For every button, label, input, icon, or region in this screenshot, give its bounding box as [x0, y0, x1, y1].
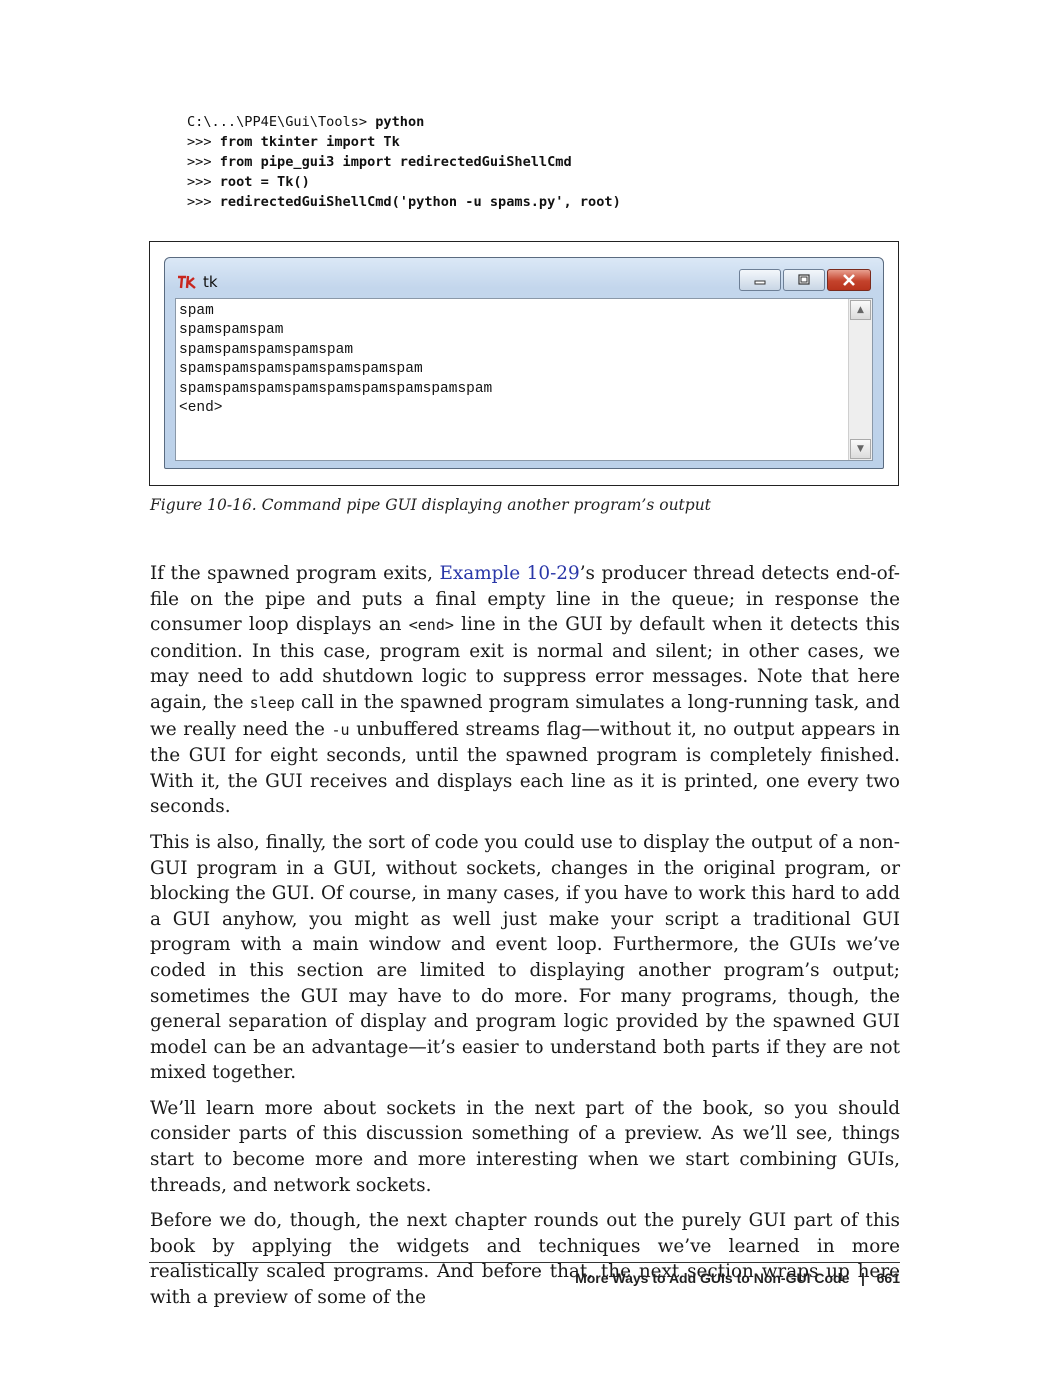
shell-command: python	[375, 114, 425, 130]
output-line: spamspamspam	[179, 322, 284, 339]
repl-prompt: >>>	[187, 154, 220, 170]
code-line: >>> redirectedGuiShellCmd('python -u spa…	[187, 192, 621, 212]
maximize-icon	[798, 274, 810, 285]
shell-prompt: C:\...\PP4E\Gui\Tools>	[187, 114, 376, 130]
output-text-area[interactable]: spam spamspamspam spamspamspamspamspam s…	[175, 298, 873, 461]
page-number: 661	[876, 1270, 900, 1286]
output-line: spamspamspamspamspamspamspamspamspam	[179, 380, 493, 397]
output-lines: spam spamspamspam spamspamspamspamspam s…	[179, 302, 492, 418]
output-line: spam	[179, 303, 214, 319]
paragraph: Before we do, though, the next chapter r…	[150, 1210, 900, 1309]
window-titlebar: tk	[177, 272, 218, 292]
code-line: >>> from tkinter import Tk	[187, 132, 621, 152]
footer-rule	[149, 1262, 900, 1263]
code-statement: redirectedGuiShellCmd('python -u spams.p…	[219, 194, 621, 210]
close-button[interactable]	[827, 269, 871, 291]
code-statement: from pipe_gui3 import redirectedGuiShell…	[219, 154, 572, 170]
code-statement: from tkinter import Tk	[219, 134, 400, 150]
scroll-down-arrow-icon[interactable]: ▼	[850, 439, 871, 459]
code-line: >>> root = Tk()	[187, 172, 621, 192]
vertical-scrollbar[interactable]: ▲ ▼	[848, 299, 872, 460]
inline-code: <end>	[408, 616, 454, 635]
paragraph: We’ll learn more about sockets in the ne…	[150, 1097, 900, 1196]
running-head: More Ways to Add GUIs to Non-GUI Code	[575, 1270, 850, 1286]
code-line: >>> from pipe_gui3 import redirectedGuiS…	[187, 152, 621, 172]
paragraph: If the spawned program exits, Example 10…	[150, 561, 900, 820]
code-line: C:\...\PP4E\Gui\Tools> python	[187, 112, 621, 132]
scroll-up-arrow-icon[interactable]: ▲	[850, 300, 871, 320]
output-line: <end>	[179, 400, 223, 417]
minimize-icon	[754, 280, 766, 285]
body-text: If the spawned program exits, Example 10…	[150, 561, 900, 1321]
window-controls	[737, 269, 871, 291]
repl-prompt: >>>	[187, 194, 220, 210]
output-line: spamspamspamspamspam	[179, 341, 354, 358]
minimize-button[interactable]	[739, 269, 781, 291]
page-footer: More Ways to Add GUIs to Non-GUI Code | …	[575, 1270, 900, 1286]
close-icon	[843, 274, 855, 286]
example-link[interactable]: Example 10-29	[439, 563, 579, 584]
text-run: If the spawned program exits,	[150, 563, 440, 584]
repl-prompt: >>>	[187, 134, 220, 150]
tk-feather-icon	[178, 275, 196, 289]
footer-separator: |	[861, 1270, 865, 1286]
tk-window: tk spam spamspamspam spamspamspamspamspa…	[164, 257, 884, 469]
inline-code: -u	[331, 720, 350, 739]
output-line: spamspamspamspamspamspamspam	[179, 361, 423, 378]
maximize-button[interactable]	[783, 269, 825, 291]
window-title: tk	[203, 273, 218, 291]
code-listing: C:\...\PP4E\Gui\Tools> python >>> from tk…	[187, 112, 621, 212]
repl-prompt: >>>	[187, 174, 220, 190]
figure-caption: Figure 10-16. Command pipe GUI displayin…	[150, 496, 711, 514]
inline-code: sleep	[249, 693, 295, 712]
code-statement: root = Tk()	[219, 174, 310, 190]
paragraph: This is also, finally, the sort of code …	[150, 831, 900, 1084]
